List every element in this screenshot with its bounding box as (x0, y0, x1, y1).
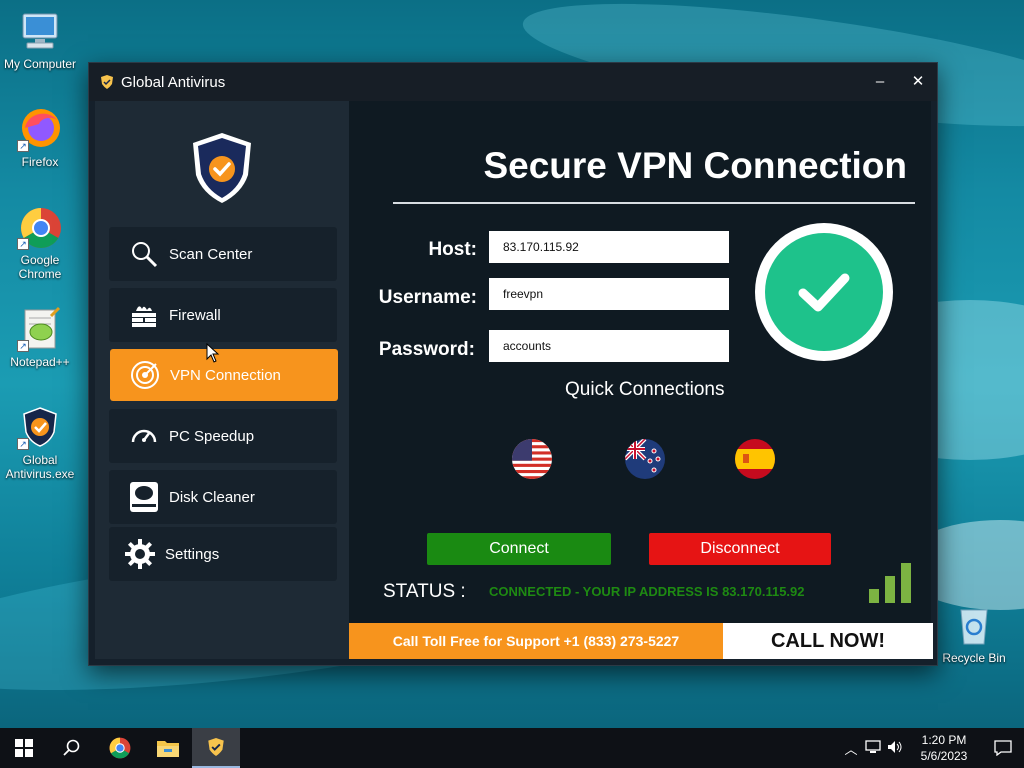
desktop-icon-recycle-bin[interactable]: Recycle Bin (934, 602, 1014, 665)
firewall-icon (127, 298, 161, 332)
folder-icon (157, 741, 179, 757)
shield-icon (208, 738, 224, 756)
sidebar: Scan Center Firewall VPN Connection PC S… (95, 101, 349, 659)
chrome-icon: ↗ (17, 204, 63, 250)
status-text: CONNECTED - YOUR IP ADDRESS IS 83.170.11… (489, 584, 805, 599)
signal-strength-icon (869, 563, 911, 603)
volume-icon[interactable] (884, 740, 906, 757)
app-logo-shield-icon (193, 133, 251, 203)
sidebar-item-label: Firewall (169, 306, 221, 324)
sidebar-item-settings[interactable]: Settings (109, 527, 337, 581)
windows-logo-icon (15, 739, 33, 757)
connect-button[interactable]: Connect (427, 533, 611, 565)
notepadpp-icon: ↗ (17, 306, 63, 352)
clock-date: 5/6/2023 (920, 749, 968, 763)
call-now-button[interactable]: CALL NOW! (723, 623, 933, 659)
sidebar-item-vpn-connection[interactable]: VPN Connection (110, 349, 338, 401)
main-panel: Secure VPN Connection Host: Username: Pa… (349, 101, 933, 659)
app-client: Scan Center Firewall VPN Connection PC S… (95, 101, 933, 659)
username-input[interactable] (489, 278, 729, 310)
close-button[interactable]: ✕ (899, 63, 937, 101)
desktop-icon-label: Notepad++ (10, 355, 70, 369)
vpn-target-icon (128, 358, 162, 392)
notification-icon (994, 740, 1012, 756)
shield-icon: ↗ (17, 404, 63, 450)
page-title: Secure VPN Connection (483, 145, 907, 186)
window-title: Global Antivirus (121, 73, 226, 91)
password-input[interactable] (489, 330, 729, 362)
start-button[interactable] (0, 728, 48, 768)
desktop-icon-label: My Computer (3, 57, 77, 71)
minimize-button[interactable]: – (861, 63, 899, 101)
desktop-icon-my-computer[interactable]: My Computer (0, 8, 80, 71)
search-icon (63, 739, 80, 756)
chrome-icon (109, 737, 131, 759)
notification-center-button[interactable] (982, 728, 1024, 768)
desktop-icon-label: Global Antivirus.exe (5, 453, 75, 481)
sidebar-item-label: Settings (165, 545, 220, 563)
checkmark-icon (798, 273, 850, 312)
shortcut-arrow-icon: ↗ (17, 238, 29, 250)
united-states-flag-icon[interactable] (512, 439, 552, 479)
password-label: Password: (378, 339, 475, 360)
shortcut-arrow-icon: ↗ (17, 140, 29, 152)
disconnect-button[interactable]: Disconnect (649, 533, 831, 565)
system-tray: ︿ 1:20 PM 5/6/2023 (840, 728, 1024, 768)
app-shield-icon (101, 75, 113, 89)
support-phone-banner: Call Toll Free for Support +1 (833) 273-… (349, 623, 723, 659)
search-button[interactable] (48, 728, 96, 768)
sidebar-item-label: Scan Center (169, 245, 253, 263)
new-zealand-flag-icon[interactable] (625, 439, 665, 479)
sidebar-item-firewall[interactable]: Firewall (109, 288, 337, 342)
sidebar-item-scan-center[interactable]: Scan Center (109, 227, 337, 281)
speedometer-icon (127, 419, 161, 453)
status-label: STATUS : (383, 581, 466, 602)
firefox-icon: ↗ (17, 106, 63, 152)
computer-icon (17, 8, 63, 54)
username-label: Username: (378, 287, 477, 308)
desktop-icon-chrome[interactable]: ↗ Google Chrome (0, 204, 80, 281)
chevron-up-icon[interactable]: ︿ (840, 739, 862, 758)
gear-icon (123, 537, 157, 571)
shortcut-arrow-icon: ↗ (17, 340, 29, 352)
connected-status-icon (755, 223, 893, 361)
sidebar-item-disk-cleaner[interactable]: Disk Cleaner (109, 470, 337, 524)
sidebar-item-label: PC Speedup (169, 427, 255, 445)
quick-connections-label: Quick Connections (565, 379, 725, 400)
host-input[interactable] (489, 231, 729, 263)
recycle-bin-icon (951, 602, 997, 648)
taskbar-chrome-button[interactable] (96, 728, 144, 768)
mouse-cursor-icon (206, 343, 220, 363)
sidebar-item-pc-speedup[interactable]: PC Speedup (109, 409, 337, 463)
desktop-icon-global-antivirus[interactable]: ↗ Global Antivirus.exe (0, 404, 80, 481)
spain-flag-icon[interactable] (735, 439, 775, 479)
desktop-icon-firefox[interactable]: ↗ Firefox (0, 106, 80, 169)
desktop-icon-notepadpp[interactable]: ↗ Notepad++ (0, 306, 80, 369)
shortcut-arrow-icon: ↗ (17, 438, 29, 450)
taskbar-file-explorer-button[interactable] (144, 728, 192, 768)
disk-icon (127, 480, 161, 514)
desktop-icon-label: Recycle Bin (942, 651, 1006, 665)
sidebar-item-label: VPN Connection (170, 366, 281, 384)
app-window: Global Antivirus – ✕ Scan Center Firewal… (88, 62, 938, 666)
taskbar-global-antivirus-button[interactable] (192, 728, 240, 768)
desktop-icon-label: Firefox (21, 155, 59, 169)
taskbar: ︿ 1:20 PM 5/6/2023 (0, 728, 1024, 768)
clock[interactable]: 1:20 PM 5/6/2023 (906, 732, 982, 764)
title-bar[interactable]: Global Antivirus – ✕ (89, 63, 937, 101)
sidebar-item-label: Disk Cleaner (169, 488, 255, 506)
network-icon[interactable] (862, 739, 884, 757)
host-label: Host: (428, 239, 477, 260)
desktop-icon-label: Google Chrome (18, 253, 62, 281)
magnifier-icon (127, 237, 161, 271)
clock-time: 1:20 PM (921, 733, 967, 747)
title-divider (393, 202, 915, 204)
